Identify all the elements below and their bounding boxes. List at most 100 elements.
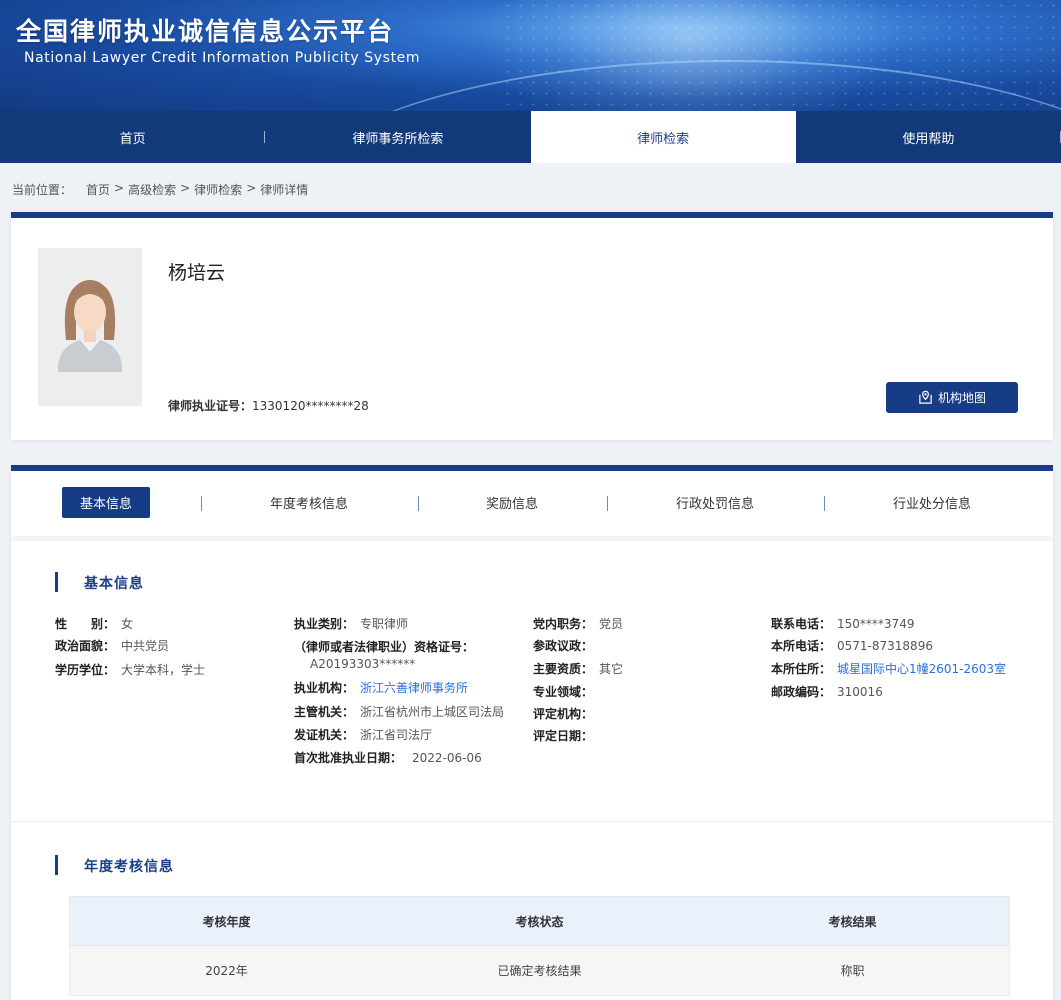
firm-address-link[interactable]: 城星国际中心1幢2601-2603室: [837, 662, 1006, 676]
tab-industry-sanction-label: 行业处分信息: [892, 497, 971, 512]
field-party-role-value: 党员: [599, 617, 624, 631]
main-nav: 首页 律师事务所检索 律师检索 使用帮助: [0, 111, 1061, 163]
field-qualification-key-line: （律师或者法律职业）资格证号：: [294, 638, 474, 655]
license-value: 1330120********28: [252, 399, 369, 413]
section-title-annual: 年度考核信息: [55, 855, 174, 876]
field-gender: 性 别： 女: [55, 615, 133, 632]
field-practice-org: 执业机构： 浙江六善律师事务所: [294, 679, 468, 696]
tab-rewards[interactable]: 奖励信息: [462, 487, 562, 518]
tab-annual-review[interactable]: 年度考核信息: [249, 487, 369, 518]
annual-review-table: 考核年度 考核状态 考核结果 2022年 已确定考核结果 称职: [69, 896, 1010, 996]
section-title-basic-text: 基本信息: [84, 576, 144, 592]
field-education-key: 学历学位：: [55, 663, 116, 677]
site-subtitle: National Lawyer Credit Information Publi…: [24, 50, 421, 66]
cell-year: 2022年: [205, 964, 248, 978]
field-specialty: 专业领域：: [533, 683, 599, 700]
col-header-year: 考核年度: [202, 914, 251, 929]
tab-annual-review-label: 年度考核信息: [269, 497, 348, 512]
nav-help[interactable]: 使用帮助: [796, 111, 1061, 163]
field-main-qualification-key: 主要资质：: [533, 662, 594, 676]
field-contact-phone: 联系电话： 150****3749: [771, 615, 914, 632]
field-gender-value: 女: [121, 617, 134, 631]
table-header: 考核年度 考核状态 考核结果: [69, 896, 1010, 946]
field-practice-type: 执业类别： 专职律师: [294, 615, 408, 632]
field-first-approval-date-key: 首次批准执业日期：: [294, 751, 403, 765]
info-tabs: 基本信息 年度考核信息 奖励信息 行政处罚信息 行业处分信息: [11, 471, 1053, 541]
field-issuer-value: 浙江省司法厅: [360, 728, 433, 742]
field-practice-type-value: 专职律师: [360, 617, 409, 631]
field-education: 学历学位： 大学本科，学士: [55, 661, 205, 678]
tab-divider: [607, 496, 608, 511]
breadcrumb-home[interactable]: 首页: [86, 181, 110, 198]
tab-divider: [824, 496, 825, 511]
field-political-status-key: 政治面貌：: [55, 639, 116, 653]
field-political-status: 政治面貌： 中共党员: [55, 637, 169, 654]
license-label: 律师执业证号：: [168, 399, 253, 413]
info-card: 基本信息 年度考核信息 奖励信息 行政处罚信息 行业处分信息 基本信息 性 别：…: [11, 465, 1053, 1000]
lawyer-name: 杨培云: [168, 262, 226, 284]
field-political-status-value: 中共党员: [121, 639, 170, 653]
field-rating-date-key: 评定日期：: [533, 729, 594, 743]
col-header-status: 考核状态: [515, 914, 564, 929]
field-specialty-key: 专业领域：: [533, 685, 594, 699]
breadcrumb-separator: >: [246, 181, 257, 195]
section-marker: [55, 855, 58, 875]
field-practice-type-key: 执业类别：: [294, 617, 355, 631]
tab-admin-penalty[interactable]: 行政处罚信息: [655, 487, 775, 518]
tab-admin-penalty-label: 行政处罚信息: [675, 497, 754, 512]
field-gender-key: 性 别：: [55, 617, 116, 631]
field-firm-phone-key: 本所电话：: [771, 639, 832, 653]
nav-lawyer-search[interactable]: 律师检索: [530, 111, 796, 163]
breadcrumb: 当前位置： 首页 > 高级检索 > 律师检索 > 律师详情: [12, 181, 308, 198]
tab-industry-sanction[interactable]: 行业处分信息: [872, 487, 992, 518]
field-party-role: 党内职务： 党员: [533, 615, 623, 632]
nav-home[interactable]: 首页: [0, 111, 266, 163]
field-political-participation-key: 参政议政：: [533, 639, 594, 653]
field-qualification-key: （律师或者法律职业）资格证号：: [294, 640, 475, 654]
breadcrumb-lawyer-search[interactable]: 律师检索: [194, 181, 242, 198]
profile-card: 杨培云 律师执业证号：1330120********28 机构地图: [11, 212, 1053, 440]
section-title-annual-text: 年度考核信息: [84, 859, 174, 875]
breadcrumb-separator: >: [180, 181, 191, 195]
section-divider: [11, 821, 1053, 822]
field-rating-date: 评定日期：: [533, 727, 599, 744]
field-contact-phone-key: 联系电话：: [771, 617, 832, 631]
nav-lawyer-search-label: 律师检索: [637, 131, 690, 147]
section-title-basic: 基本信息: [55, 572, 144, 593]
field-contact-phone-value: 150****3749: [837, 617, 915, 631]
field-issuer: 发证机关： 浙江省司法厅: [294, 726, 432, 743]
nav-firm-search[interactable]: 律师事务所检索: [265, 111, 530, 163]
field-political-participation: 参政议政：: [533, 637, 599, 654]
cell-result: 称职: [840, 964, 865, 978]
field-firm-address: 本所住所： 城星国际中心1幢2601-2603室: [771, 660, 1006, 677]
female-avatar-icon: [58, 280, 122, 372]
field-party-role-key: 党内职务：: [533, 617, 594, 631]
field-first-approval-date: 首次批准执业日期： 2022-06-06: [294, 749, 482, 766]
field-main-qualification: 主要资质： 其它: [533, 660, 623, 677]
header-banner: 全国律师执业诚信信息公示平台 National Lawyer Credit In…: [0, 0, 1061, 111]
map-pin-icon: [919, 390, 932, 404]
breadcrumb-lawyer-detail: 律师详情: [260, 183, 309, 197]
org-map-button[interactable]: 机构地图: [886, 382, 1018, 413]
cell-status: 已确定考核结果: [497, 964, 582, 978]
field-authority-value: 浙江省杭州市上城区司法局: [360, 705, 505, 719]
field-authority: 主管机关： 浙江省杭州市上城区司法局: [294, 703, 504, 720]
table-row: 2022年 已确定考核结果 称职: [69, 946, 1010, 996]
org-map-button-label: 机构地图: [937, 391, 986, 405]
field-postal-code-value: 310016: [837, 685, 883, 699]
field-rating-org: 评定机构：: [533, 705, 599, 722]
breadcrumb-prefix: 当前位置：: [12, 183, 73, 197]
field-postal-code-key: 邮政编码：: [771, 685, 832, 699]
field-firm-address-key: 本所住所：: [771, 662, 832, 676]
tab-divider: [418, 496, 419, 511]
nav-help-label: 使用帮助: [902, 131, 955, 147]
practice-org-link[interactable]: 浙江六善律师事务所: [360, 681, 468, 695]
breadcrumb-advanced-search[interactable]: 高级检索: [128, 181, 176, 198]
field-education-value: 大学本科，学士: [121, 663, 206, 677]
field-authority-key: 主管机关：: [294, 705, 355, 719]
tab-basic-info[interactable]: 基本信息: [62, 487, 150, 518]
license-number: 律师执业证号：1330120********28: [168, 397, 369, 414]
field-firm-phone: 本所电话： 0571-87318896: [771, 637, 933, 654]
field-postal-code: 邮政编码： 310016: [771, 683, 883, 700]
nav-firm-search-label: 律师事务所检索: [352, 131, 444, 147]
